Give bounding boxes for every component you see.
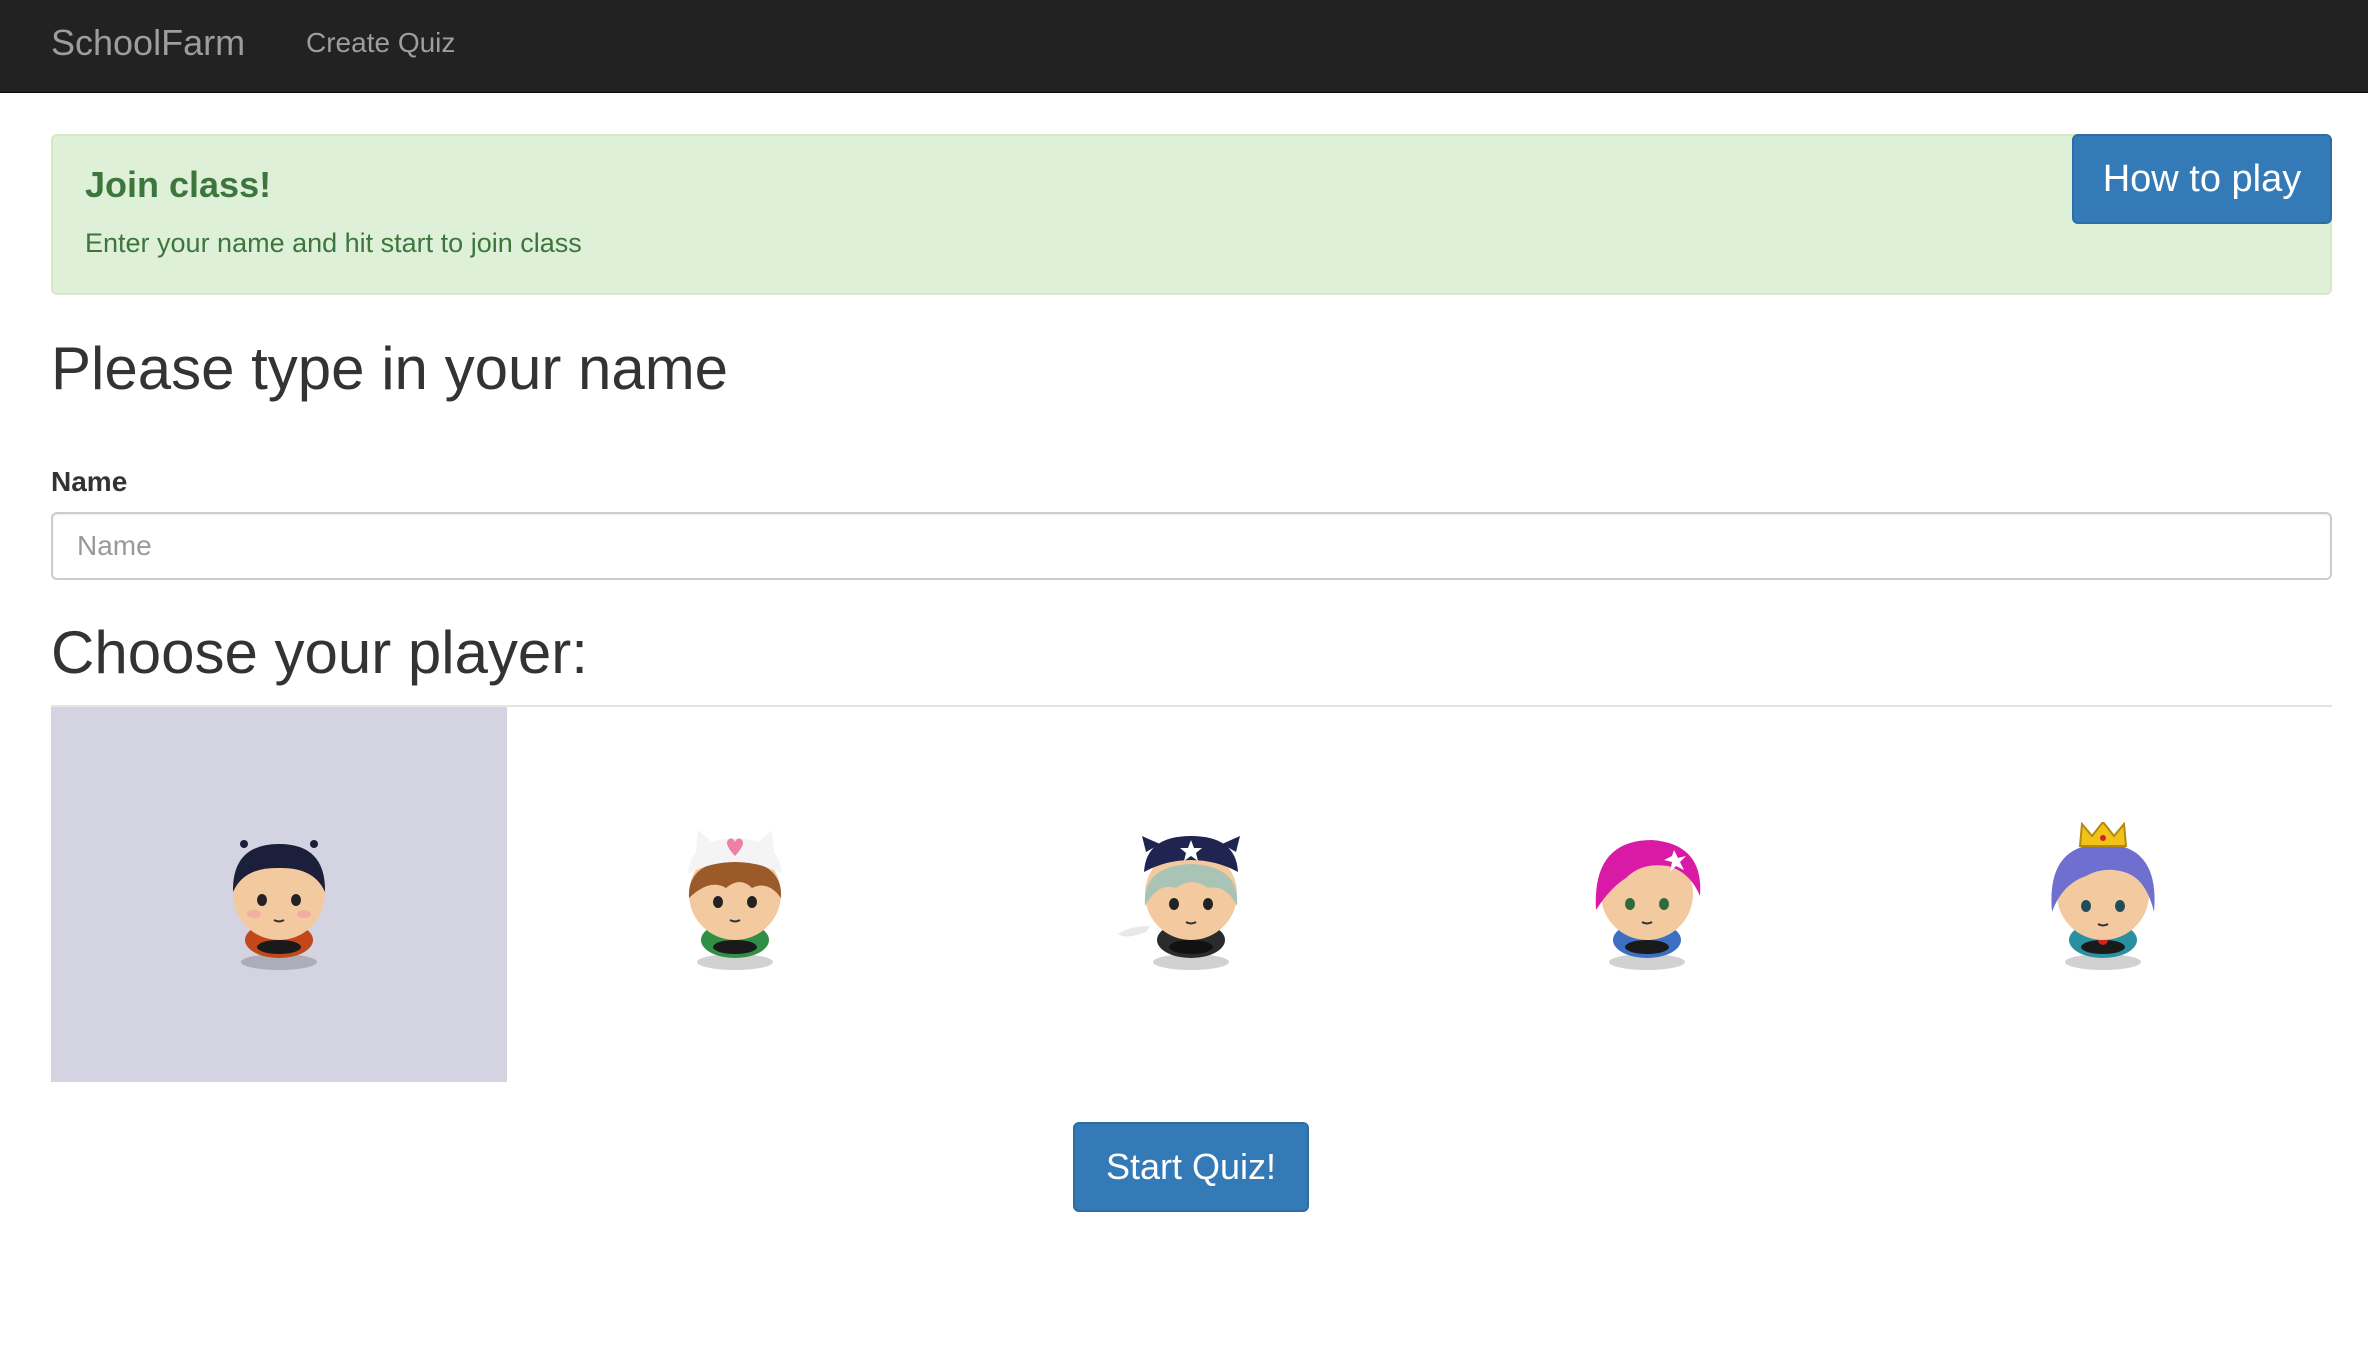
choose-player-heading: Choose your player: xyxy=(51,619,588,686)
player-option-4[interactable] xyxy=(1419,707,1875,1082)
how-to-play-button[interactable]: How to play xyxy=(2072,134,2332,224)
alert-title: Join class! xyxy=(85,164,272,205)
princess-crown-avatar-icon xyxy=(2051,822,2155,970)
girl-pink-hair-avatar-icon xyxy=(1595,840,1701,970)
name-heading: Please type in your name xyxy=(51,335,729,402)
player-option-5[interactable] xyxy=(1875,707,2331,1082)
player-option-3[interactable] xyxy=(963,707,1419,1082)
name-label: Name xyxy=(51,466,128,497)
start-quiz-button[interactable]: Start Quiz! xyxy=(1073,1122,1309,1212)
name-input[interactable] xyxy=(51,512,2332,580)
navbar: SchoolFarm Create Quiz xyxy=(0,0,2368,93)
player-option-2[interactable] xyxy=(507,707,963,1082)
alert-text: Enter your name and hit start to join cl… xyxy=(85,228,582,258)
boy-cat-hat-avatar-icon xyxy=(688,830,782,970)
join-class-alert: Join class! Enter your name and hit star… xyxy=(51,134,2332,295)
boy-black-hair-avatar-icon xyxy=(232,840,326,970)
player-grid xyxy=(51,707,2332,1082)
pirate-hat-avatar-icon xyxy=(1118,836,1240,970)
nav-link-create-quiz[interactable]: Create Quiz xyxy=(306,27,455,59)
brand-link[interactable]: SchoolFarm xyxy=(51,22,245,64)
player-option-1[interactable] xyxy=(51,707,507,1082)
